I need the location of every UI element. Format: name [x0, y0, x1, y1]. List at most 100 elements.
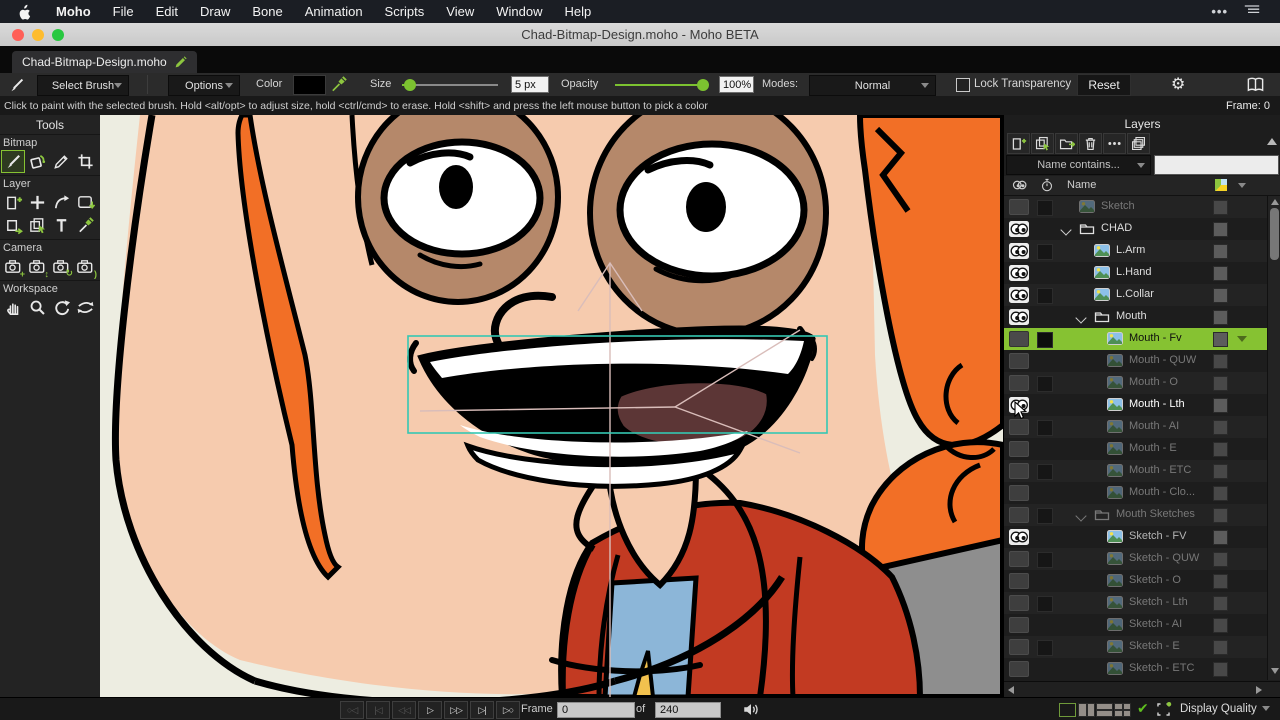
layer-color-swatch[interactable]	[1213, 552, 1228, 567]
layer-visibility-toggle[interactable]	[1009, 287, 1029, 303]
split-horizontal-view-icon[interactable]	[1096, 703, 1113, 717]
move-layer-button[interactable]	[1055, 133, 1078, 154]
quad-view-icon[interactable]	[1114, 703, 1131, 717]
layer-visibility-toggle[interactable]	[1009, 573, 1029, 589]
more-options-button[interactable]	[1103, 133, 1126, 154]
eyedropper-icon[interactable]	[329, 75, 348, 94]
layer-visibility-toggle[interactable]	[1009, 353, 1029, 369]
blend-mode-dropdown[interactable]: Normal	[809, 75, 936, 96]
color-filter-swatch-icon[interactable]	[1215, 179, 1227, 191]
layer-animation-toggle[interactable]	[1037, 288, 1053, 304]
layer-options-arrow-icon[interactable]	[1237, 336, 1247, 342]
layer-row-sketch[interactable]: Sketch	[1004, 196, 1267, 218]
layer-visibility-toggle[interactable]	[1009, 441, 1029, 457]
layer-animation-toggle[interactable]	[1037, 508, 1053, 524]
paint-brush-tool[interactable]	[1, 150, 25, 173]
step-forward-button[interactable]: ▷▷	[444, 701, 468, 719]
layer-row-mouth-ai[interactable]: Mouth - AI	[1004, 416, 1267, 438]
menu-view[interactable]: View	[435, 0, 485, 23]
layers-horizontal-scrollbar[interactable]	[1004, 681, 1280, 698]
layer-row-mouth-fv[interactable]: Mouth - Fv	[1004, 328, 1267, 350]
curve-arrow-tool[interactable]	[49, 191, 73, 214]
layer-visibility-toggle[interactable]	[1009, 265, 1029, 281]
scroll-left-icon[interactable]	[1008, 686, 1014, 694]
rotate-workspace-tool[interactable]	[49, 296, 73, 319]
opacity-slider[interactable]	[615, 84, 707, 86]
layer-color-swatch[interactable]	[1213, 398, 1228, 413]
layer-color-swatch[interactable]	[1213, 574, 1228, 589]
size-slider[interactable]	[402, 84, 498, 86]
drawing-canvas[interactable]	[100, 115, 1003, 697]
shear-layer-tool[interactable]	[1, 214, 25, 237]
layer-color-swatch[interactable]	[1213, 266, 1228, 281]
menu-draw[interactable]: Draw	[189, 0, 241, 23]
camera-pan-tool[interactable]: ↻	[49, 255, 73, 278]
layer-visibility-toggle[interactable]	[1009, 463, 1029, 479]
layer-row-sketch-e[interactable]: Sketch - E	[1004, 636, 1267, 658]
layer-color-swatch[interactable]	[1213, 354, 1228, 369]
extensions-menu-icon[interactable]: •••	[1211, 4, 1228, 19]
layer-animation-toggle[interactable]	[1037, 376, 1053, 392]
camera-track-tool[interactable]: ↕	[25, 255, 49, 278]
layer-row-sketch-etc[interactable]: Sketch - ETC	[1004, 658, 1267, 680]
layer-visibility-toggle[interactable]	[1009, 331, 1029, 347]
scroll-down-icon[interactable]	[1271, 668, 1279, 674]
display-quality-arrow-icon[interactable]	[1262, 706, 1270, 711]
reset-button[interactable]: Reset	[1077, 74, 1131, 96]
new-layer-tool[interactable]	[1, 191, 25, 214]
layer-row-mouth[interactable]: Mouth	[1004, 306, 1267, 328]
step-back-button[interactable]: ◁◁	[392, 701, 416, 719]
layer-animation-toggle[interactable]	[1037, 552, 1053, 568]
layer-visibility-toggle[interactable]	[1009, 551, 1029, 567]
layer-row-l-arm[interactable]: L.Arm	[1004, 240, 1267, 262]
layer-color-swatch[interactable]	[1213, 618, 1228, 633]
layer-row-sketch-lth[interactable]: Sketch - Lth	[1004, 592, 1267, 614]
layer-row-mouth-etc[interactable]: Mouth - ETC	[1004, 460, 1267, 482]
enable-checkmark-icon[interactable]: ✔	[1137, 700, 1149, 717]
layer-row-mouth-e[interactable]: Mouth - E	[1004, 438, 1267, 460]
menu-animation[interactable]: Animation	[294, 0, 374, 23]
layer-animation-toggle[interactable]	[1037, 464, 1053, 480]
zoom-window-button[interactable]	[52, 29, 64, 41]
zoom-magnifier-tool[interactable]	[25, 296, 49, 319]
layer-color-swatch[interactable]	[1213, 596, 1228, 611]
insert-layer-tool[interactable]	[73, 191, 97, 214]
layer-color-swatch[interactable]	[1213, 508, 1228, 523]
window-title-bar[interactable]: Chad-Bitmap-Design.moho - Moho BETA	[0, 23, 1280, 46]
layer-color-swatch[interactable]	[1213, 200, 1228, 215]
text-tool[interactable]	[49, 214, 73, 237]
layer-color-swatch[interactable]	[1213, 310, 1228, 325]
sort-dropdown-icon[interactable]	[1238, 183, 1246, 188]
delete-layer-button[interactable]	[1079, 133, 1102, 154]
layer-color-swatch[interactable]	[1213, 332, 1228, 347]
layer-color-swatch[interactable]	[1213, 442, 1228, 457]
layer-color-swatch[interactable]	[1213, 376, 1228, 391]
layer-color-swatch[interactable]	[1213, 486, 1228, 501]
lock-transparency-checkbox[interactable]	[956, 78, 970, 92]
menu-moho[interactable]: Moho	[45, 0, 102, 23]
layer-color-swatch[interactable]	[1213, 464, 1228, 479]
display-quality-dropdown[interactable]: Display Quality	[1180, 703, 1257, 715]
single-view-icon[interactable]	[1059, 703, 1076, 717]
layer-row-mouth-o[interactable]: Mouth - O	[1004, 372, 1267, 394]
minimize-window-button[interactable]	[32, 29, 44, 41]
size-value-field[interactable]: 5 px	[511, 76, 549, 93]
pan-hand-tool[interactable]	[1, 296, 25, 319]
audio-volume-icon[interactable]	[742, 702, 760, 717]
visibility-column-eyes-icon[interactable]	[1012, 179, 1027, 191]
color-swatch[interactable]	[293, 75, 326, 95]
layer-animation-toggle[interactable]	[1037, 640, 1053, 656]
eyedropper-tool[interactable]	[73, 214, 97, 237]
layer-row-sketch-fv[interactable]: Sketch - FV	[1004, 526, 1267, 548]
select-brush-dropdown[interactable]: Select Brush	[37, 75, 129, 96]
layer-color-swatch[interactable]	[1213, 662, 1228, 677]
layer-visibility-toggle[interactable]	[1009, 221, 1029, 237]
tab-active-document[interactable]: Chad-Bitmap-Design.moho	[12, 51, 197, 73]
preview-frame-icon[interactable]	[1155, 701, 1172, 718]
play-button[interactable]: ▷	[418, 701, 442, 719]
total-frames-input[interactable]: 240	[655, 702, 721, 718]
jump-start-button[interactable]: ○◁	[340, 701, 364, 719]
collapse-panel-arrow-icon[interactable]	[1267, 138, 1277, 145]
layer-row-mouth-sketches[interactable]: Mouth Sketches	[1004, 504, 1267, 526]
layer-color-swatch[interactable]	[1213, 640, 1228, 655]
